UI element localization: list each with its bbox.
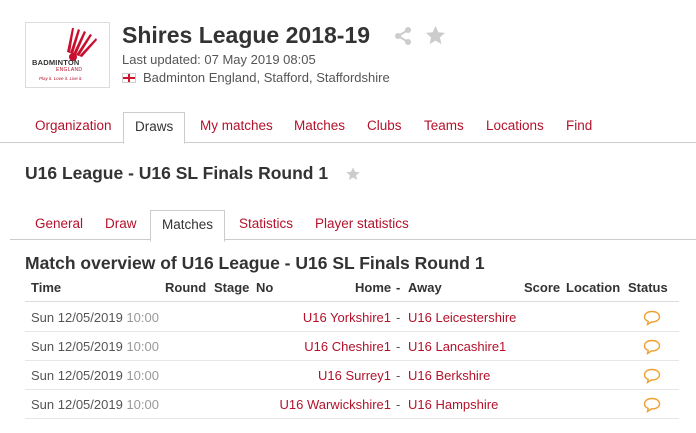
tournament-location: Badminton England, Stafford, Staffordshi… [122,70,390,85]
col-no[interactable]: No [256,280,273,295]
favorite-star-icon[interactable] [424,24,447,47]
match-date: Sun 12/05/2019 10:00 [31,310,159,325]
col-round[interactable]: Round [165,280,206,295]
favorite-star-icon[interactable] [345,166,361,182]
last-updated: Last updated: 07 May 2019 08:05 [122,52,316,67]
tab-organization[interactable]: Organization [35,112,112,143]
matches-table-header: Time Round Stage No Home - Away Score Lo… [25,277,679,302]
tab-clubs[interactable]: Clubs [367,112,402,143]
col-time[interactable]: Time [31,280,61,295]
draw-title: U16 League - U16 SL Finals Round 1 [25,163,329,183]
tab-matches[interactable]: Matches [294,112,345,143]
vs-separator: - [396,397,401,412]
tab-player-statistics[interactable]: Player statistics [315,210,409,241]
col-score[interactable]: Score [524,280,560,295]
away-team[interactable]: U16 Lancashire1 [408,339,506,354]
comment-bubble-icon[interactable] [643,310,661,326]
home-team[interactable]: U16 Cheshire1 [304,339,391,354]
tab-draw[interactable]: Draw [105,210,137,241]
col-stage[interactable]: Stage [214,280,249,295]
comment-bubble-icon[interactable] [643,339,661,355]
tab-statistics[interactable]: Statistics [239,210,293,241]
badminton-england-logo[interactable]: BADMINTON ENGLAND Play it. Love it. Live… [25,22,110,88]
draw-sub-tabs: General Draw Matches Statistics Player s… [10,210,696,242]
match-date: Sun 12/05/2019 10:00 [31,339,159,354]
vs-separator: - [396,310,401,325]
col-home[interactable]: Home [355,280,391,295]
logo-text-badminton: BADMINTON [32,58,80,67]
match-time: 10:00 [126,310,159,325]
col-location[interactable]: Location [566,280,620,295]
table-row: Sun 12/05/2019 10:00 U16 Yorkshire1 - U1… [25,303,679,332]
table-row: Sun 12/05/2019 10:00 U16 Cheshire1 - U16… [25,332,679,361]
tab-matches-sub[interactable]: Matches [150,210,226,242]
tab-draws[interactable]: Draws [123,112,186,144]
col-away[interactable]: Away [408,280,442,295]
comment-bubble-icon[interactable] [643,368,661,384]
home-team[interactable]: U16 Surrey1 [318,368,391,383]
match-time: 10:00 [126,368,159,383]
tab-general[interactable]: General [35,210,83,241]
tournament-title: Shires League 2018-19 [122,22,371,48]
away-team[interactable]: U16 Berkshire [408,368,490,383]
home-team[interactable]: U16 Warwickshire1 [280,397,392,412]
vs-separator: - [396,368,401,383]
logo-text-england: ENGLAND [56,67,83,73]
england-flag-icon [122,72,136,83]
col-status[interactable]: Status [628,280,668,295]
share-icon[interactable] [393,26,413,46]
match-time: 10:00 [126,339,159,354]
tab-find[interactable]: Find [566,112,592,143]
location-text: Badminton England, Stafford, Staffordshi… [143,70,390,85]
match-date: Sun 12/05/2019 10:00 [31,368,159,383]
match-overview-title: Match overview of U16 League - U16 SL Fi… [25,253,485,273]
table-row: Sun 12/05/2019 10:00 U16 Warwickshire1 -… [25,390,679,419]
shuttlecock-icon [67,28,97,61]
tab-teams[interactable]: Teams [424,112,464,143]
comment-bubble-icon[interactable] [643,397,661,413]
table-row: Sun 12/05/2019 10:00 U16 Surrey1 - U16 B… [25,361,679,390]
away-team[interactable]: U16 Leicestershire [408,310,516,325]
tab-locations[interactable]: Locations [486,112,544,143]
col-dash: - [396,280,401,295]
logo-tagline: Play it. Love it. Live it. [39,76,83,81]
main-tabs: Organization Draws My matches Matches Cl… [0,112,696,144]
match-date: Sun 12/05/2019 10:00 [31,397,159,412]
vs-separator: - [396,339,401,354]
home-team[interactable]: U16 Yorkshire1 [303,310,391,325]
away-team[interactable]: U16 Hampshire [408,397,498,412]
match-time: 10:00 [126,397,159,412]
tab-my-matches[interactable]: My matches [200,112,273,143]
